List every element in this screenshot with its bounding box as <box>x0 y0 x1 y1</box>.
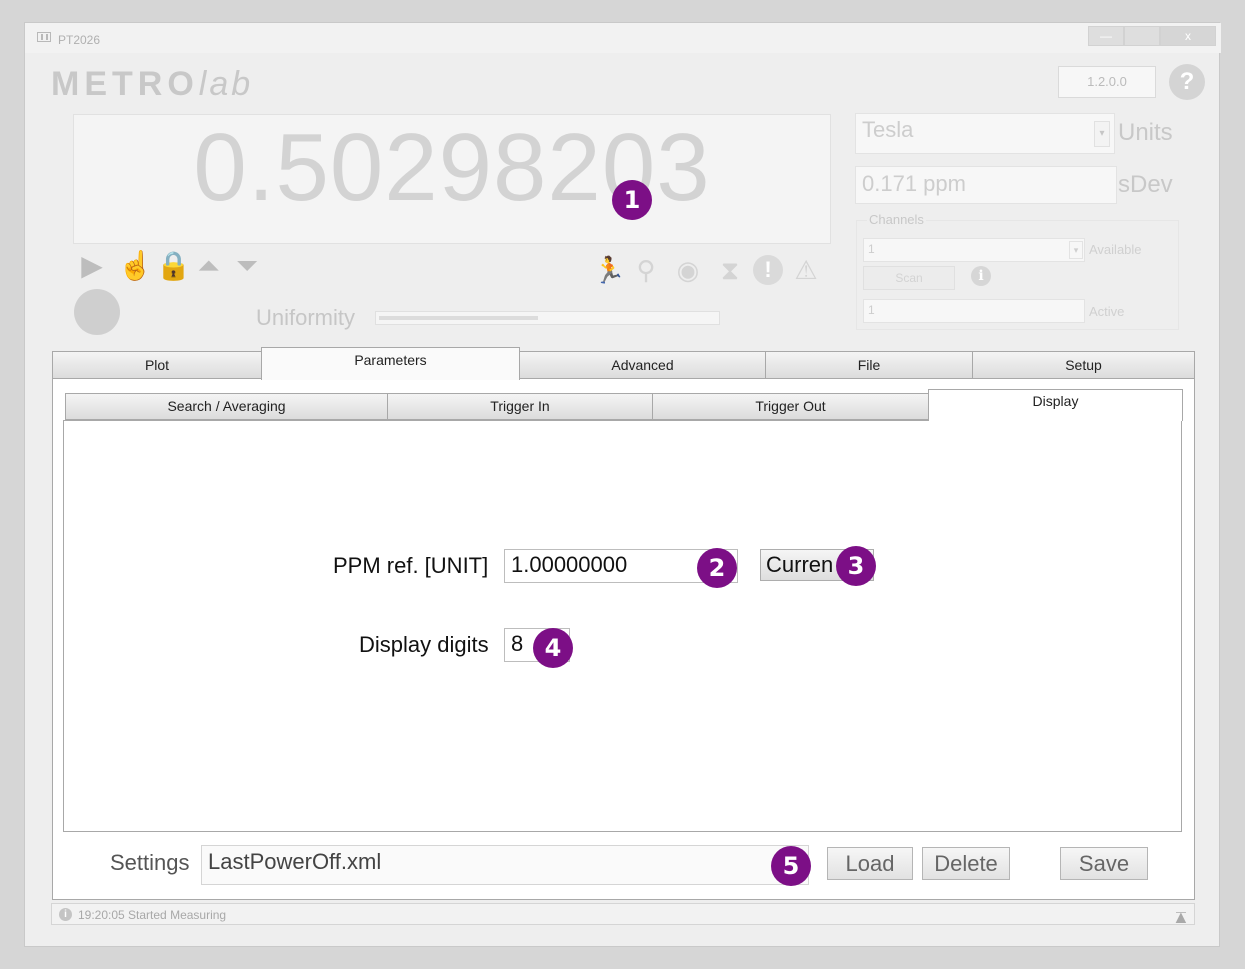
gauge-icon: ◉ <box>676 255 700 285</box>
status-bar: i 19:20:05 Started Measuring <box>51 903 1195 925</box>
app-icon <box>37 32 51 42</box>
window-controls: — x <box>1088 26 1216 46</box>
window-title: PT2026 <box>58 33 101 47</box>
display-digits-label: Display digits <box>359 632 489 657</box>
sdev-label: sDev <box>1118 171 1173 198</box>
play-icon[interactable]: ▶ <box>76 250 108 282</box>
status-text: 19:20:05 Started Measuring <box>78 908 227 922</box>
help-question-mark-icon[interactable]: ? <box>1169 64 1205 100</box>
max-icon[interactable]: ⏶ <box>193 250 225 282</box>
alert-circle-icon: ! <box>753 255 783 285</box>
channels-label: Channels <box>867 212 926 227</box>
available-chevron-icon[interactable]: ▾ <box>1069 241 1083 259</box>
callout-badge-2: 2 <box>697 548 737 588</box>
settings-label: Settings <box>110 850 190 875</box>
callout-badge-3: 3 <box>836 546 876 586</box>
main-tabs: Plot Parameters Advanced File Setup <box>52 347 1195 380</box>
units-label: Units <box>1118 119 1173 146</box>
info-icon: i <box>971 266 991 286</box>
save-button[interactable]: Save <box>1060 847 1148 880</box>
tab-file[interactable]: File <box>765 351 973 379</box>
field-reading: 0.50298203 <box>193 114 711 221</box>
logo-italic: lab <box>198 65 254 103</box>
search-icon: ⚲ <box>636 255 656 285</box>
min-icon[interactable]: ⏷ <box>231 250 263 282</box>
logo-bold: METRO <box>51 65 199 103</box>
title-bar: PT2026 — x <box>25 23 1221 53</box>
active-label: Active <box>1089 304 1125 319</box>
measurement-display: 0.50298203 <box>73 114 831 244</box>
tab-setup[interactable]: Setup <box>972 351 1195 379</box>
uniformity-label: Uniformity <box>256 305 356 330</box>
expand-up-arrow-icon[interactable]: ▲ <box>1172 907 1190 928</box>
available-label: Available <box>1089 242 1142 257</box>
tab-advanced[interactable]: Advanced <box>519 351 766 379</box>
load-button[interactable]: Load <box>827 847 913 880</box>
subtab-display[interactable]: Display <box>928 389 1183 421</box>
callout-badge-4: 4 <box>533 628 573 668</box>
subtab-search-averaging[interactable]: Search / Averaging <box>65 393 388 420</box>
uniformity-bar <box>375 311 720 325</box>
ppm-ref-label: PPM ref. [UNIT] <box>333 553 489 578</box>
warning-triangle-icon: ⚠ <box>794 255 818 285</box>
active-channel-field[interactable]: 1 <box>863 299 1085 323</box>
metrolab-logo: METROlab <box>51 65 253 104</box>
subtab-trigger-in[interactable]: Trigger In <box>387 393 653 420</box>
uniformity-bar-fill <box>379 316 538 320</box>
display-panel <box>63 420 1182 832</box>
tab-plot[interactable]: Plot <box>52 351 262 379</box>
maximize-button[interactable] <box>1124 26 1160 46</box>
app-window: PT2026 — x METROlab 1.2.0.0 ? 0.50298203… <box>24 22 1221 947</box>
units-select[interactable]: Tesla <box>855 113 1115 154</box>
version-field: 1.2.0.0 <box>1058 66 1156 98</box>
callout-badge-5: 5 <box>771 846 811 886</box>
subtab-trigger-out[interactable]: Trigger Out <box>652 393 929 420</box>
callout-badge-1: 1 <box>612 180 652 220</box>
delete-button[interactable]: Delete <box>922 847 1010 880</box>
minimize-button[interactable]: — <box>1088 26 1124 46</box>
running-man-icon: 🏃 <box>593 255 626 285</box>
settings-file-field[interactable]: LastPowerOff.xml <box>201 845 809 885</box>
scan-button[interactable]: Scan <box>863 266 955 290</box>
close-button[interactable]: x <box>1160 26 1216 46</box>
hourglass-icon: ⧗ <box>720 255 740 285</box>
lock-icon[interactable]: 🔒 <box>156 250 191 282</box>
record-button[interactable] <box>74 289 120 335</box>
units-dropdown-chevron-icon[interactable]: ▾ <box>1094 121 1110 147</box>
touch-hand-icon[interactable]: ☝ <box>118 250 153 282</box>
tab-parameters[interactable]: Parameters <box>261 347 520 380</box>
sdev-field: 0.171 ppm <box>855 166 1117 204</box>
available-channel-select[interactable]: 1 <box>863 238 1085 262</box>
status-info-icon: i <box>59 908 72 921</box>
